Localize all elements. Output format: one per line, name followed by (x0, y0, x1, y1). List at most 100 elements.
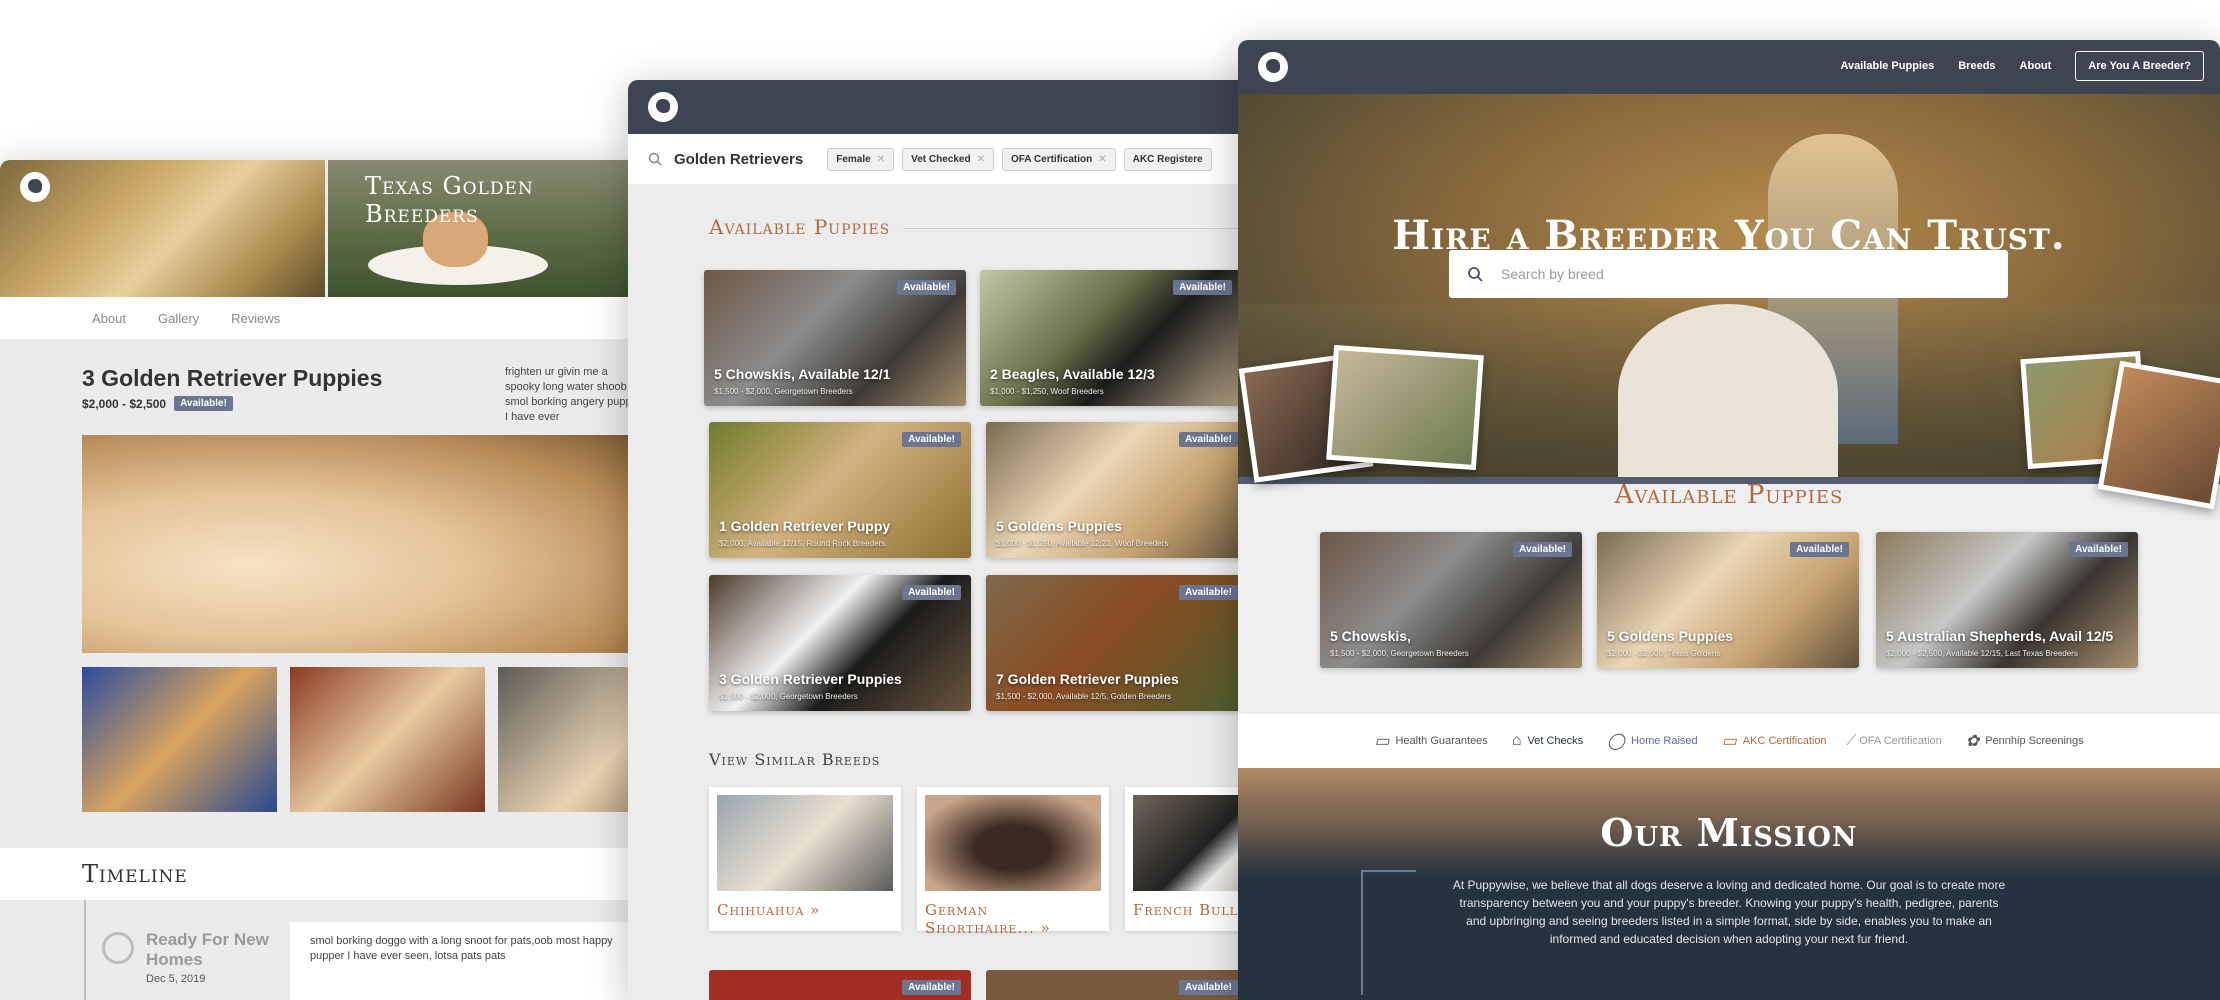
puppy-card[interactable]: Available! 3 Golden Retriever Puppies $1… (709, 575, 971, 711)
filter-chip-akc[interactable]: AKC Registere (1123, 147, 1212, 171)
nav-gallery[interactable]: Gallery (158, 311, 199, 326)
mission-text: At Puppywise, we believe that all dogs d… (1452, 878, 2006, 946)
close-icon[interactable]: ✕ (877, 154, 885, 165)
close-icon[interactable]: ✕ (1098, 154, 1106, 165)
status-badge: Available! (1179, 585, 1238, 600)
main-nav: Available Puppies Breeds About Are You A… (1840, 51, 2204, 81)
timeline-title: Timeline (82, 860, 188, 888)
card-subtitle: $1,500 - $2,000, Georgetown Breeders (714, 387, 853, 396)
puppy-card[interactable]: Available! 1 Golden Retriever Puppy $2,0… (709, 422, 971, 558)
profile-nav: About Gallery Reviews (0, 297, 640, 339)
card-subtitle: $1,000 - $1,250, Woof Breeders (990, 387, 1104, 396)
certificate-icon: ▭ (1374, 733, 1390, 750)
breed-link[interactable]: German Shorthaire... » (925, 901, 1101, 937)
certificate-icon: ▭ (1721, 733, 1737, 750)
puppywise-logo-icon[interactable] (1258, 52, 1288, 82)
clinic-icon: ⌂ (1511, 732, 1522, 749)
filter-label: AKC Registere (1132, 153, 1203, 165)
gallery-thumb-3[interactable] (498, 667, 640, 812)
nav-available-puppies[interactable]: Available Puppies (1840, 60, 1934, 72)
status-badge: Available! (1513, 542, 1572, 557)
card-subtitle: $2,000, Available 12/15, Round Rock Bree… (719, 539, 886, 548)
decorative-line (1361, 870, 1363, 995)
nav-about[interactable]: About (92, 311, 126, 326)
status-badge: Available! (902, 980, 961, 995)
puppy-card[interactable]: Available! (709, 970, 971, 1000)
card-title: 5 Chowskis, Available 12/1 (714, 366, 891, 382)
hero-dog-shape (1618, 304, 1838, 484)
status-badge: Available! (902, 585, 961, 600)
puppy-card[interactable]: Available! 7 Golden Retriever Puppies $1… (986, 575, 1248, 711)
card-subtitle: $2,000 - $2,500, Available 12/15, Last T… (1886, 649, 2078, 658)
feature-label: Health Guarantees (1395, 735, 1488, 747)
filter-chip-ofa[interactable]: OFA Certification ✕ (1001, 147, 1116, 171)
similar-breed-card[interactable]: French Bulldo (1125, 787, 1248, 931)
status-badge: Available! (1179, 432, 1238, 447)
status-badge: Available! (902, 432, 961, 447)
breeder-cta-button[interactable]: Are You A Breeder? (2075, 51, 2204, 81)
status-badge: Available! (897, 280, 956, 295)
feature-home-raised: ◯ Home Raised (1607, 731, 1698, 751)
homepage-window: Available Puppies Breeds About Are You A… (1238, 40, 2220, 1000)
similar-breeds-heading: View Similar Breeds (709, 750, 881, 769)
available-puppies-heading: Available Puppies (709, 215, 891, 239)
card-title: 1 Golden Retriever Puppy (719, 518, 891, 534)
filter-label: Female (836, 153, 871, 165)
puppywise-logo-icon[interactable] (20, 172, 50, 202)
feature-label: OFA Certification (1859, 735, 1942, 747)
mission-section: Our Mission At Puppywise, we believe tha… (1238, 768, 2220, 1000)
card-title: 5 Australian Shepherds, Avail 12/5 (1886, 628, 2114, 644)
status-badge: Available! (1173, 280, 1232, 295)
listing-title: 3 Golden Retriever Puppies (82, 365, 383, 391)
timeline-circle-icon (102, 932, 134, 964)
search-placeholder: Search by breed (1501, 266, 1604, 282)
similar-breed-card[interactable]: German Shorthaire... » (917, 787, 1109, 937)
gallery-thumb-2[interactable] (290, 667, 485, 812)
status-badge: Available! (174, 396, 233, 411)
card-subtitle: $1,500 - $2,000, Georgetown Breeders (719, 692, 858, 701)
polaroid-photo (1326, 344, 1484, 471)
breed-link[interactable]: Chihuahua » (717, 901, 893, 919)
decorative-line (1361, 870, 1416, 872)
filter-chip-vet-checked[interactable]: Vet Checked ✕ (902, 147, 994, 171)
top-navbar: Available Puppies Breeds About Are You A… (1238, 40, 2220, 94)
breed-link[interactable]: French Bulldo (1133, 901, 1248, 919)
nav-reviews[interactable]: Reviews (231, 311, 280, 326)
puppy-card[interactable]: Available! 2 Beagles, Available 12/3 $1,… (980, 270, 1242, 406)
puppy-card[interactable]: Available! (986, 970, 1248, 1000)
puppy-card[interactable]: Available! 5 Chowskis, Available 12/1 $1… (704, 270, 966, 406)
puppy-card[interactable]: Available! 5 Goldens Puppies $1,000 - $1… (986, 422, 1248, 558)
filter-label: OFA Certification (1010, 153, 1093, 165)
feature-vet-checks: ⌂ Vet Checks (1512, 732, 1583, 750)
search-icon (1468, 267, 1483, 282)
nav-about[interactable]: About (2020, 60, 2052, 72)
gallery-thumb-1[interactable] (82, 667, 277, 812)
similar-breed-card[interactable]: Chihuahua » (709, 787, 901, 931)
card-title: 3 Golden Retriever Puppies (719, 671, 902, 687)
breed-search-input[interactable]: Search by breed (1449, 250, 2008, 298)
available-puppies-heading: Available Puppies (1614, 480, 1844, 510)
listing-description: frighten ur givin me a spooky long water… (505, 366, 640, 423)
nav-breeds[interactable]: Breeds (1958, 60, 1995, 72)
feature-pennhip-screenings: ✿ Pennhip Screenings (1966, 731, 2084, 751)
puppy-card[interactable]: Available! 5 Chowskis, $1,500 - $2,000, … (1320, 532, 1582, 668)
listing-price-row: $2,000 - $2,500 Available! (82, 396, 233, 411)
search-bar[interactable]: Golden Retrievers Female ✕ Vet Checked ✕ O… (628, 134, 1248, 184)
main-puppy-photo[interactable] (82, 435, 640, 653)
card-title: 5 Goldens Puppies (996, 518, 1123, 534)
search-query[interactable]: Golden Retrievers (674, 151, 803, 168)
breed-photo (925, 795, 1101, 891)
puppy-card[interactable]: Available! 5 Australian Shepherds, Avail… (1876, 532, 2138, 668)
timeline-event-card: smol borking doggo with a long snoot for… (290, 922, 640, 1000)
mission-title: Our Mission (1600, 810, 1858, 855)
feature-label: Home Raised (1631, 735, 1698, 747)
filter-chip-female[interactable]: Female ✕ (827, 147, 895, 171)
listing-price: $2,000 - $2,500 (82, 396, 167, 411)
apple-icon: ◯ (1607, 733, 1626, 750)
close-icon[interactable]: ✕ (977, 154, 985, 165)
feature-health-guarantees: ▭ Health Guarantees (1374, 731, 1487, 751)
feature-label: Pennhip Screenings (1985, 735, 2084, 747)
puppywise-logo-icon[interactable] (648, 92, 678, 122)
puppy-card[interactable]: Available! 5 Goldens Puppies $2,000 - $2… (1597, 532, 1859, 668)
timeline-event-heading: Ready For New Homes (146, 930, 269, 969)
